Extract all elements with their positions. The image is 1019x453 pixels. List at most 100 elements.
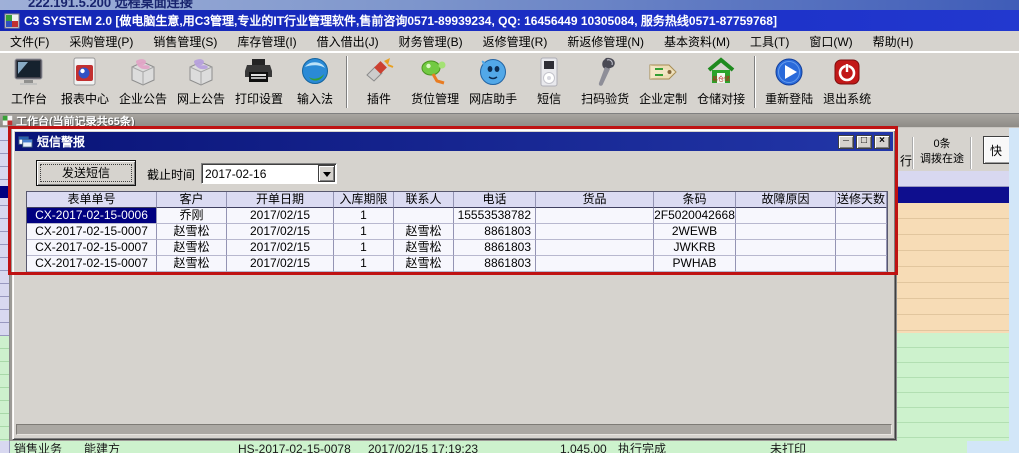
bottom-row-fragment: 1,045.00 [560, 442, 607, 453]
dialog-controls: 发送短信 截止时间 [13, 151, 895, 191]
toolbar-button-7[interactable]: 货位管理 [406, 53, 464, 111]
maximize-button[interactable]: □ [856, 134, 872, 149]
table-cell: 15553538782 [454, 208, 536, 224]
toolbar-button-0[interactable]: 工作台 [2, 53, 56, 111]
table-header-cell[interactable]: 开单日期 [227, 192, 334, 208]
toolbar-button-1[interactable]: 报表中心 [56, 53, 114, 111]
toolbar-button-2[interactable]: 企业公告 [114, 53, 172, 111]
table-cell: 赵雪松 [394, 224, 454, 240]
input-method-globe-icon [299, 56, 331, 88]
table-cell: 2017/02/15 [227, 240, 334, 256]
column-label-row: 行 [900, 154, 913, 168]
table-cell [836, 256, 887, 272]
combo-dropdown-button[interactable] [318, 165, 335, 182]
table-header-cell[interactable]: 故障原因 [736, 192, 836, 208]
table-row[interactable]: CX-2017-02-15-0007 赵雪松 2017/02/15 1 赵雪松 88618… [27, 224, 887, 240]
toolbar-button-13[interactable]: 重新登陆 [760, 53, 818, 111]
table-header-cell[interactable]: 联系人 [394, 192, 454, 208]
toolbar-button-label: 报表中心 [61, 92, 110, 106]
table-header-cell[interactable]: 入库期限 [334, 192, 394, 208]
table-cell: 2017/02/15 [227, 208, 334, 224]
menu-item-1[interactable]: 采购管理(P) [59, 31, 143, 52]
shop-assistant-icon [477, 56, 509, 88]
toolbar-button-label: 网上公告 [177, 92, 226, 106]
close-button[interactable]: × [874, 134, 890, 149]
table-header-cell[interactable]: 条码 [654, 192, 736, 208]
row-header-strip [0, 128, 10, 336]
menu-item-6[interactable]: 返修管理(R) [473, 31, 558, 52]
dialog-horizontal-scrollbar[interactable] [16, 424, 892, 435]
table-row[interactable]: CX-2017-02-15-0006 乔刚 2017/02/15 1 155535387… [27, 208, 887, 224]
relogin-icon [773, 56, 805, 88]
sms-alert-window-icon [18, 136, 33, 148]
toolbar-button-label: 短信 [537, 92, 562, 106]
table-cell: 赵雪松 [394, 240, 454, 256]
company-notice-icon [127, 56, 159, 88]
table-cell [736, 240, 836, 256]
table-cell: 1 [334, 208, 394, 224]
sms-device-icon [533, 56, 565, 88]
background-grid-header-row [896, 171, 1009, 187]
table-cell [536, 240, 654, 256]
table-cell: 赵雪松 [157, 256, 227, 272]
toolbar-button-14[interactable]: 退出系统 [818, 53, 876, 111]
minimize-button[interactable]: _ [838, 133, 854, 149]
toolbar-button-9[interactable]: 短信 [522, 53, 576, 111]
background-grid-peach-rows [896, 203, 1009, 333]
table-header-cell[interactable]: 表单单号 [27, 192, 157, 208]
mdi-titlebar: 工作台(当前记录共65条) [0, 114, 1019, 128]
menu-item-8[interactable]: 基本资料(M) [654, 31, 740, 52]
toolbar-button-label: 扫码验货 [581, 92, 630, 106]
toolbar-button-12[interactable]: 易仓储 仓储对接 [692, 53, 750, 111]
table-header-cell[interactable]: 送修天数 [836, 192, 887, 208]
table-cell [736, 208, 836, 224]
menu-item-7[interactable]: 新返修管理(N) [557, 31, 654, 52]
toolbar-button-10[interactable]: 扫码验货 [576, 53, 634, 111]
menu-item-5[interactable]: 财务管理(B) [389, 31, 473, 52]
dialog-title: 短信警报 [37, 135, 86, 149]
toolbar-button-5[interactable]: 输入法 [288, 53, 342, 111]
menu-item-11[interactable]: 帮助(H) [863, 31, 924, 52]
table-cell [836, 208, 887, 224]
bottom-row-header-cell [0, 441, 10, 453]
menu-item-4[interactable]: 借入借出(J) [307, 31, 389, 52]
table-cell: 2WEWB [654, 224, 736, 240]
table-header-cell[interactable]: 客户 [157, 192, 227, 208]
bottom-row-fragment: 销售业务 [14, 442, 63, 453]
dialog-titlebar[interactable]: 短信警报 _ □ × [15, 132, 893, 151]
table-row[interactable]: CX-2017-02-15-0007 赵雪松 2017/02/15 1 赵雪松 88618… [27, 240, 887, 256]
table-row[interactable]: CX-2017-02-15-0007 赵雪松 2017/02/15 1 赵雪松 88618… [27, 256, 887, 272]
deadline-input[interactable] [205, 166, 313, 181]
mdi-title: 工作台(当前记录共65条) [16, 115, 135, 128]
table-header-cell[interactable]: 电话 [454, 192, 536, 208]
table-cell: 2017/02/15 [227, 224, 334, 240]
app-title: C3 SYSTEM 2.0 [做电脑生意,用C3管理,专业的IT行业管理软件,售… [24, 14, 777, 28]
toolbar-button-11[interactable]: 企业定制 [634, 53, 692, 111]
transfer-in-transit-stat: 0条 调拨在途 [912, 137, 972, 169]
menu-item-0[interactable]: 文件(F) [0, 31, 59, 52]
table-cell: 赵雪松 [157, 224, 227, 240]
toolbar-button-3[interactable]: 网上公告 [172, 53, 230, 111]
table-cell: PWHAB [654, 256, 736, 272]
toolbar-button-4[interactable]: 打印设置 [230, 53, 288, 111]
toolbar-button-6[interactable]: 插件 [352, 53, 406, 111]
background-grid-selected-row [896, 187, 1009, 203]
toolbar-button-label: 插件 [367, 92, 392, 106]
toolbar-button-label: 退出系统 [823, 92, 872, 106]
table-cell: 1 [334, 224, 394, 240]
toolbar-button-label: 货位管理 [411, 92, 460, 106]
bottom-row-fragment: 能建方 [84, 442, 121, 453]
bottom-right-edge [967, 441, 1019, 453]
toolbar-button-label: 工作台 [10, 92, 47, 106]
toolbar-button-8[interactable]: 网店助手 [464, 53, 522, 111]
menu-item-3[interactable]: 库存管理(I) [227, 31, 306, 52]
background-grid-green-rows [896, 333, 1009, 441]
send-sms-button[interactable]: 发送短信 [36, 160, 136, 186]
menu-item-10[interactable]: 窗口(W) [799, 31, 862, 52]
menu-item-9[interactable]: 工具(T) [740, 31, 799, 52]
table-header-cell[interactable]: 货品 [536, 192, 654, 208]
table-header-row: 表单单号 客户 开单日期 入库期限 联系人 电话 货品 条码 故障原因 送修天数 [27, 192, 887, 208]
deadline-combobox[interactable] [201, 163, 337, 184]
table-cell [736, 256, 836, 272]
menu-item-2[interactable]: 销售管理(S) [143, 31, 227, 52]
